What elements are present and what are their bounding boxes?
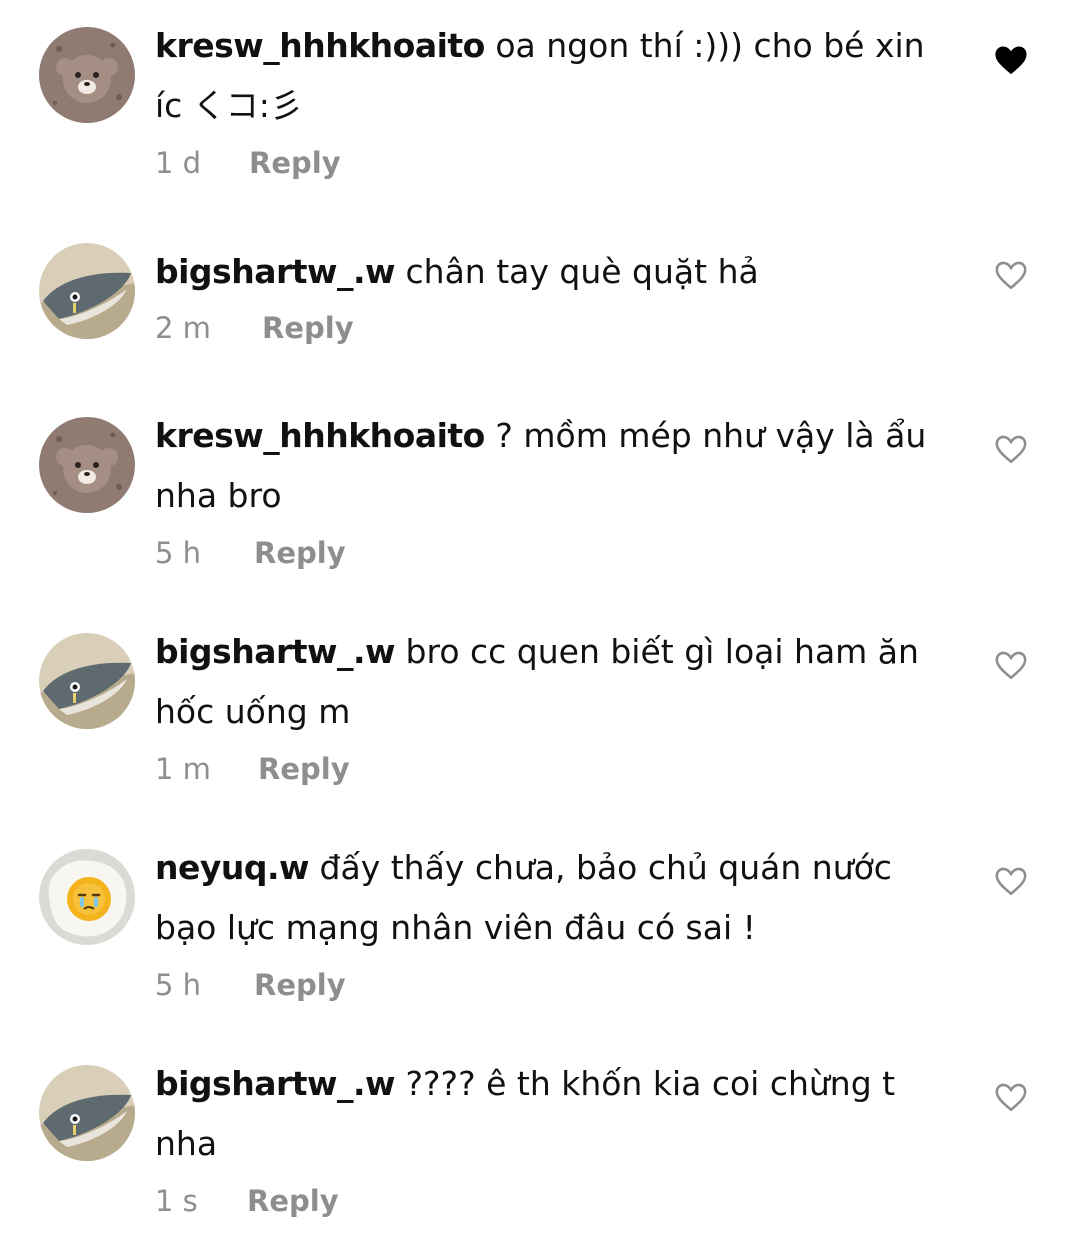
comment-username[interactable]: neyuq.w [155,848,310,887]
reply-button[interactable]: Reply [254,536,346,570]
comment-username[interactable]: bigshartw_.w [155,632,396,671]
heart-outline-icon[interactable] [994,433,1028,465]
comment-time: 1 s [155,1184,198,1218]
shark-avatar[interactable] [39,633,135,729]
reply-button[interactable]: Reply [262,311,354,345]
reply-button[interactable]: Reply [258,752,350,786]
comment-username[interactable]: kresw_hhhkhoaito [155,26,485,65]
heart-outline-icon[interactable] [994,1081,1028,1113]
comment-time: 5 h [155,536,202,570]
reply-button[interactable]: Reply [249,146,341,180]
heart-outline-icon[interactable] [994,259,1028,291]
comment-body: kresw_hhhkhoaito oa ngon thí :))) cho bé… [155,16,945,136]
comment-body: bigshartw_.w chân tay què quặt hả [155,242,945,302]
comment-time: 2 m [155,311,211,345]
egg-avatar[interactable] [39,849,135,945]
comment-body: bigshartw_.w ???? ê th khốn kia coi chừn… [155,1054,945,1174]
comment-meta: 1 s Reply [155,1184,339,1218]
comment-body: bigshartw_.w bro cc quen biết gì loại ha… [155,622,945,742]
comment-body: neyuq.w đấy thấy chưa, bảo chủ quán nước… [155,838,945,958]
shark-avatar[interactable] [39,243,135,339]
heart-outline-icon[interactable] [994,865,1028,897]
reply-button[interactable]: Reply [247,1184,339,1218]
comment-text: chân tay què quặt hả [405,252,759,291]
bear-avatar[interactable] [39,27,135,123]
reply-button[interactable]: Reply [254,968,346,1002]
heart-filled-icon[interactable] [994,44,1028,76]
comment-body: kresw_hhhkhoaito ? mồm mép như vậy là ẩu… [155,406,945,526]
heart-outline-icon[interactable] [994,649,1028,681]
comment-username[interactable]: bigshartw_.w [155,252,396,291]
comment-meta: 1 d Reply [155,146,341,180]
bear-avatar[interactable] [39,417,135,513]
comment-meta: 5 h Reply [155,536,346,570]
comment-meta: 1 m Reply [155,752,350,786]
comment-username[interactable]: bigshartw_.w [155,1064,396,1103]
comment-meta: 5 h Reply [155,968,346,1002]
comment-time: 1 m [155,752,211,786]
comment-time: 1 d [155,146,202,180]
shark-avatar[interactable] [39,1065,135,1161]
comment-meta: 2 m Reply [155,311,354,345]
comment-username[interactable]: kresw_hhhkhoaito [155,416,485,455]
comment-time: 5 h [155,968,202,1002]
